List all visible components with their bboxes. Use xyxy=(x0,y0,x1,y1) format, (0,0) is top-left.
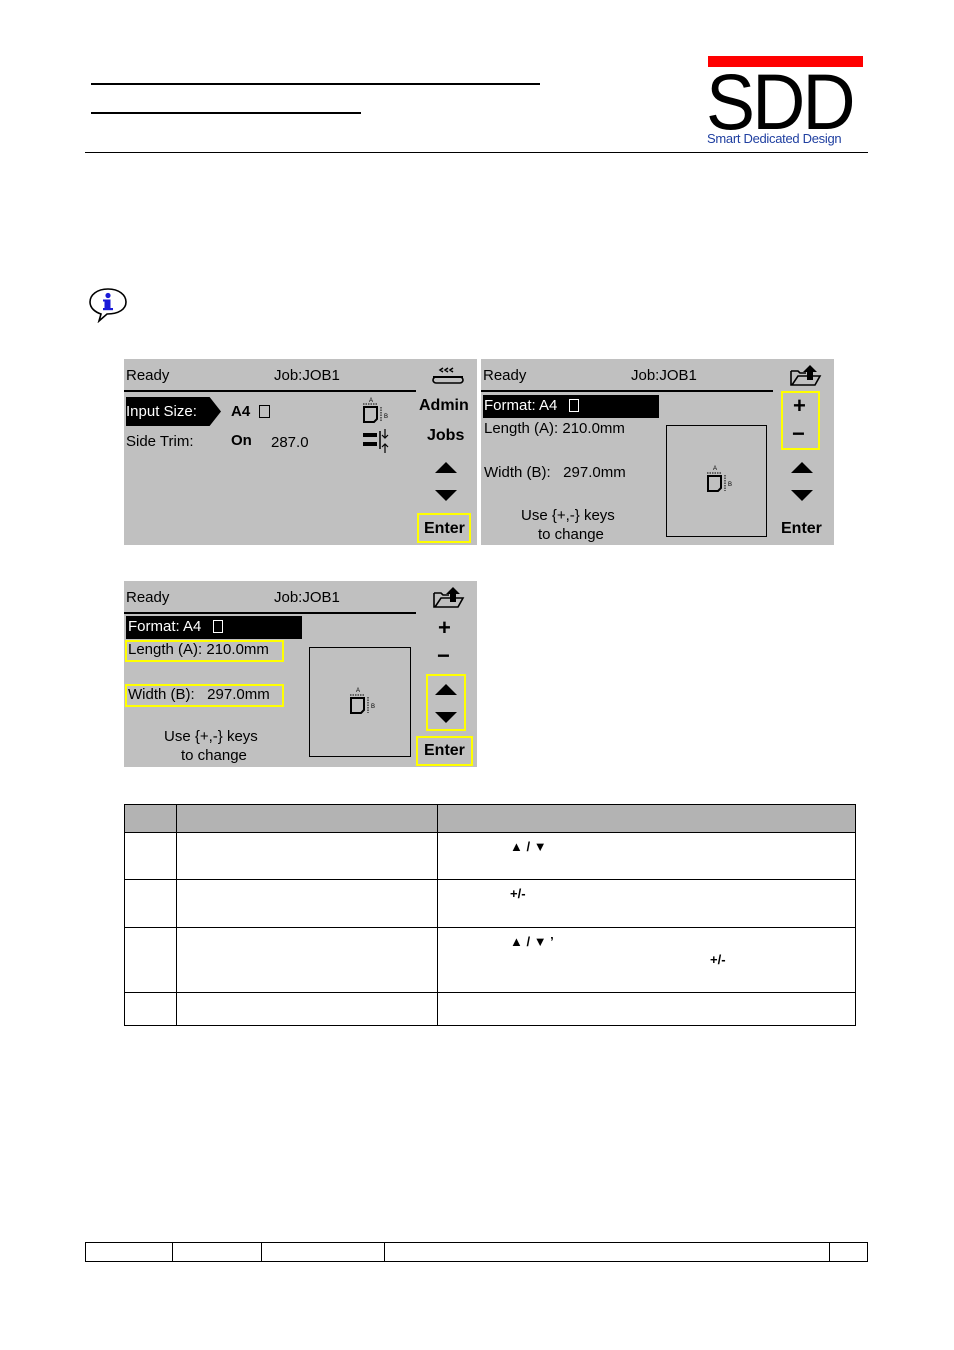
cell-description: ▲ / ▼ xyxy=(437,832,856,880)
length-field[interactable]: Length (A): 210.0mm xyxy=(484,420,625,438)
cell-description xyxy=(437,992,856,1026)
format-preview-box: A B xyxy=(666,425,767,537)
input-size-value: A4 xyxy=(231,403,251,420)
portrait-page-icon xyxy=(259,405,270,418)
cell-step xyxy=(124,927,177,993)
status-label: Ready xyxy=(483,367,527,384)
side-trim-value: On xyxy=(231,432,252,449)
header-cell-description xyxy=(437,804,856,833)
svg-text:B: B xyxy=(384,414,388,420)
hint-line-1: Use {+,-} keys xyxy=(164,728,258,745)
cell-description: +/- xyxy=(437,879,856,928)
status-label: Ready xyxy=(126,367,170,384)
page-dimension-icon: A B xyxy=(707,466,732,492)
plus-softkey[interactable]: + xyxy=(438,617,451,639)
length-field[interactable]: Length (A): 210.0mm xyxy=(128,641,269,659)
svg-text:B: B xyxy=(728,482,732,488)
portrait-page-icon xyxy=(569,399,579,412)
job-label: Job:JOB1 xyxy=(274,589,340,606)
header-cell-action xyxy=(176,804,438,833)
header-title-underline-2 xyxy=(91,112,361,114)
header-rule xyxy=(85,152,868,153)
page-dimension-icon: A B xyxy=(363,398,389,453)
hint-line-1: Use {+,-} keys xyxy=(521,507,615,524)
cell-action xyxy=(176,927,438,993)
header-cell-step xyxy=(124,804,177,833)
arrow-keys-glyph: ▲ / ▼ xyxy=(510,839,547,854)
header-divider xyxy=(124,390,416,392)
input-size-label: Input Size: xyxy=(126,403,197,420)
footer-row xyxy=(85,1242,868,1262)
width-field[interactable]: Width (B): 297.0mm xyxy=(484,464,626,482)
down-arrow-softkey[interactable] xyxy=(791,490,813,501)
width-field[interactable]: Width (B): 297.0mm xyxy=(128,686,270,704)
format-label: Format: A4 xyxy=(484,397,558,414)
header-divider xyxy=(124,612,416,614)
format-label: Format: A4 xyxy=(128,618,202,635)
cell-step xyxy=(124,832,177,880)
enter-softkey[interactable]: Enter xyxy=(781,520,822,538)
info-icon xyxy=(88,287,128,324)
table-row: +/- xyxy=(124,879,856,928)
folder-export-icon xyxy=(790,365,822,386)
jobs-softkey[interactable]: Jobs xyxy=(427,427,464,445)
cell-description: ▲ / ▼ ’ +/- xyxy=(437,927,856,993)
enter-softkey[interactable]: Enter xyxy=(424,742,465,760)
minus-softkey[interactable]: − xyxy=(437,645,450,667)
hint-line-2: to change xyxy=(538,526,604,543)
plus-minus-glyph: +/- xyxy=(510,886,526,901)
side-trim-label: Side Trim: xyxy=(126,433,194,450)
up-arrow-softkey[interactable] xyxy=(435,684,457,695)
footer-cell xyxy=(829,1242,868,1262)
logo-tagline: Smart Dedicated Design xyxy=(707,131,842,146)
cell-action xyxy=(176,879,438,928)
up-arrow-softkey[interactable] xyxy=(435,462,457,473)
job-label: Job:JOB1 xyxy=(631,367,697,384)
footer-table xyxy=(85,1242,868,1262)
table-header-row xyxy=(124,804,856,833)
page-dimension-icon: A B xyxy=(350,688,375,714)
table-row: ▲ / ▼ xyxy=(124,832,856,880)
hint-line-2: to change xyxy=(181,747,247,764)
admin-softkey[interactable]: Admin xyxy=(419,397,469,415)
arrow-keys-glyph: ▲ / ▼ ’ xyxy=(510,934,554,949)
conveyor-icon xyxy=(432,367,464,384)
job-label: Job:JOB1 xyxy=(274,367,340,384)
svg-text:B: B xyxy=(371,704,375,710)
table-row: ▲ / ▼ ’ +/- xyxy=(124,927,856,993)
footer-cell xyxy=(85,1242,173,1262)
footer-cell xyxy=(384,1242,830,1262)
table-row xyxy=(124,992,856,1026)
plus-softkey[interactable]: + xyxy=(793,395,806,417)
up-arrow-softkey[interactable] xyxy=(791,462,813,473)
footer-cell xyxy=(172,1242,262,1262)
svg-text:A: A xyxy=(369,398,373,404)
svg-text:A: A xyxy=(356,688,360,694)
enter-softkey[interactable]: Enter xyxy=(424,520,465,538)
down-arrow-softkey[interactable] xyxy=(435,712,457,723)
footer-cell xyxy=(261,1242,385,1262)
svg-text:A: A xyxy=(713,466,717,472)
sdd-logo: SDD Smart Dedicated Design xyxy=(706,56,866,148)
cell-action xyxy=(176,992,438,1026)
lcd-screen-format-edit: Ready Job:JOB1 Format: A4 Length (A): 21… xyxy=(481,359,834,545)
format-preview-box: A B xyxy=(309,647,411,757)
lcd-screen-main: Ready Job:JOB1 Input Size: A4 Side Trim:… xyxy=(124,359,477,545)
header-title-underline-1 xyxy=(91,83,540,85)
side-trim-measure: 287.0 xyxy=(271,434,309,451)
cell-step xyxy=(124,992,177,1026)
cell-step xyxy=(124,879,177,928)
folder-export-icon xyxy=(433,587,465,608)
steps-table: ▲ / ▼ +/- ▲ / ▼ ’ +/- xyxy=(124,804,856,1026)
minus-softkey[interactable]: − xyxy=(792,423,805,445)
down-arrow-softkey[interactable] xyxy=(435,490,457,501)
cell-action xyxy=(176,832,438,880)
status-label: Ready xyxy=(126,589,170,606)
header-divider xyxy=(481,390,773,392)
plus-minus-glyph: +/- xyxy=(710,952,726,967)
logo-brand: SDD xyxy=(706,57,856,146)
portrait-page-icon xyxy=(213,620,223,633)
lcd-screen-format-navigate: Ready Job:JOB1 Format: A4 Length (A): 21… xyxy=(124,581,477,767)
